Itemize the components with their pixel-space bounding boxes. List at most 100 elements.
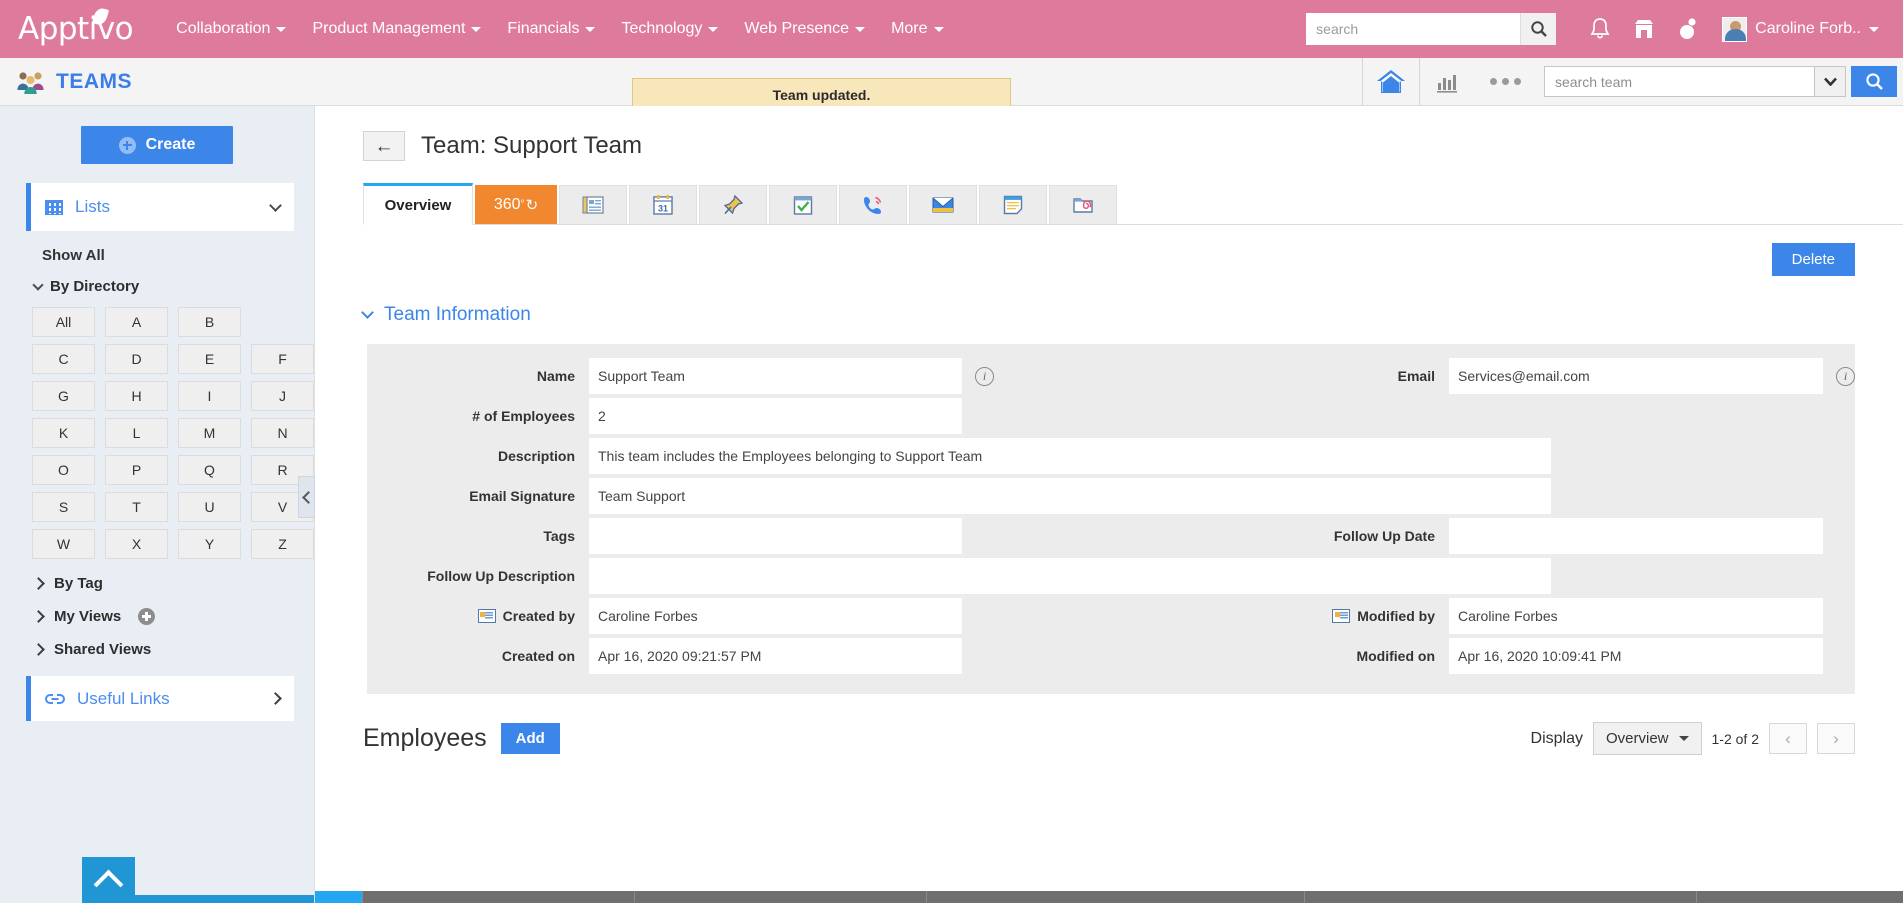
section-header-team-information[interactable]: Team Information	[361, 304, 1903, 326]
by-directory-label: By Directory	[50, 278, 140, 295]
alpha-filter-l[interactable]: L	[105, 418, 168, 448]
home-button[interactable]	[1363, 57, 1420, 106]
alpha-filter-z[interactable]: Z	[251, 529, 314, 559]
name-field[interactable]: Support Team	[589, 358, 962, 394]
delete-button[interactable]: Delete	[1771, 243, 1855, 276]
team-search-input[interactable]	[1544, 66, 1814, 97]
sidebar-show-all[interactable]: Show All	[0, 231, 314, 264]
name-info-icon[interactable]: i	[975, 366, 994, 386]
followup-date-field[interactable]	[1449, 518, 1823, 554]
my-views-label: My Views	[54, 608, 122, 625]
alpha-filter-all[interactable]: All	[32, 307, 95, 337]
alpha-filter-n[interactable]: N	[251, 418, 314, 448]
email-field[interactable]: Services@email.com	[1449, 358, 1823, 394]
more-options-button[interactable]	[1474, 58, 1536, 106]
tab-attachments[interactable]	[1049, 185, 1117, 224]
alpha-filter-j[interactable]: J	[251, 381, 314, 411]
show-all-label: Show All	[42, 247, 105, 264]
global-search-button[interactable]	[1520, 13, 1557, 45]
scroll-to-top-button[interactable]	[82, 857, 135, 903]
alpha-filter-c[interactable]: C	[32, 344, 95, 374]
tags-field[interactable]	[589, 518, 962, 554]
global-search-input[interactable]	[1306, 13, 1521, 45]
team-search-dropdown[interactable]	[1814, 66, 1846, 97]
created-on-field: Apr 16, 2020 09:21:57 PM	[589, 638, 962, 674]
help-button[interactable]	[1666, 9, 1710, 49]
display-mode-select[interactable]: Overview	[1593, 722, 1702, 755]
marketplace-button[interactable]	[1622, 9, 1666, 49]
nav-item-technology[interactable]: Technology	[608, 12, 731, 46]
alpha-filter-f[interactable]: F	[251, 344, 314, 374]
tab-news[interactable]	[559, 185, 627, 224]
team-search-button[interactable]	[1851, 66, 1897, 97]
email-label: Email	[1397, 368, 1435, 384]
app-title: TEAMS	[0, 70, 132, 94]
tab-notes[interactable]	[979, 185, 1047, 224]
followup-description-field[interactable]	[589, 558, 1551, 594]
alpha-filter-b[interactable]: B	[178, 307, 241, 337]
alpha-filter-d[interactable]: D	[105, 344, 168, 374]
tab-overview[interactable]: Overview	[363, 183, 473, 225]
tab-tasks[interactable]	[769, 185, 837, 224]
modified-by-text: Modified by	[1357, 608, 1435, 624]
alpha-filter-s[interactable]: S	[32, 492, 95, 522]
employees-count-field[interactable]: 2	[589, 398, 962, 434]
tab-360-view[interactable]: 360 ° ↻	[475, 185, 557, 224]
email-info-icon[interactable]: i	[1836, 366, 1855, 386]
alpha-filter-i[interactable]: I	[178, 381, 241, 411]
table-header-cell	[315, 891, 363, 903]
alpha-filter-q[interactable]: Q	[178, 455, 241, 485]
alpha-filter-g[interactable]: G	[32, 381, 95, 411]
nav-item-product-management[interactable]: Product Management	[299, 12, 494, 46]
notifications-button[interactable]	[1578, 9, 1622, 49]
add-view-icon[interactable]	[138, 608, 156, 625]
form-row-signature: Email Signature Team Support	[367, 478, 1855, 514]
alpha-filter-y[interactable]: Y	[178, 529, 241, 559]
alpha-filter-h[interactable]: H	[105, 381, 168, 411]
sidebar: Create Lists Show All By Directory All A…	[0, 106, 315, 903]
chevron-down-icon	[471, 26, 482, 32]
tab-calls[interactable]	[839, 185, 907, 224]
employees-title: Employees	[363, 724, 487, 752]
sidebar-group-by-directory[interactable]: By Directory	[0, 264, 314, 295]
alpha-filter-o[interactable]: O	[32, 455, 95, 485]
create-button[interactable]: Create	[81, 126, 233, 164]
chevron-right-icon	[269, 692, 282, 705]
add-employee-button[interactable]: Add	[500, 723, 560, 754]
nav-item-web-presence[interactable]: Web Presence	[731, 12, 878, 46]
bottom-accent-strip	[135, 895, 314, 903]
previous-page-button[interactable]: ‹	[1769, 723, 1807, 754]
sidebar-item-lists[interactable]: Lists	[26, 183, 294, 231]
alpha-filter-t[interactable]: T	[105, 492, 168, 522]
email-signature-field[interactable]: Team Support	[589, 478, 1551, 514]
alpha-filter-e[interactable]: E	[178, 344, 241, 374]
alpha-filter-k[interactable]: K	[32, 418, 95, 448]
sidebar-group-my-views[interactable]: My Views	[0, 592, 314, 625]
nav-item-financials[interactable]: Financials	[494, 12, 608, 46]
apptivo-logo[interactable]: Apptivo	[18, 6, 134, 47]
sidebar-item-useful-links[interactable]: Useful Links	[26, 676, 294, 721]
sidebar-collapse-handle[interactable]	[298, 476, 315, 518]
chevron-down-icon	[1823, 77, 1837, 86]
back-button[interactable]: ←	[363, 131, 405, 161]
chevron-right-icon	[32, 610, 45, 623]
alpha-filter-a[interactable]: A	[105, 307, 168, 337]
nav-item-collaboration[interactable]: Collaboration	[163, 12, 299, 46]
sidebar-group-shared-views[interactable]: Shared Views	[0, 625, 314, 658]
tab-pinned[interactable]	[699, 185, 767, 224]
nav-label: Web Presence	[744, 20, 850, 37]
description-field[interactable]: This team includes the Employees belongi…	[589, 438, 1551, 474]
alpha-filter-w[interactable]: W	[32, 529, 95, 559]
next-page-button[interactable]: ›	[1817, 723, 1855, 754]
reports-button[interactable]	[1420, 58, 1474, 106]
tab-calendar[interactable]: 31	[629, 185, 697, 224]
nav-item-more[interactable]: More	[878, 12, 956, 46]
tab-emails[interactable]	[909, 185, 977, 224]
user-menu[interactable]: Caroline Forb..	[1716, 13, 1885, 46]
sidebar-group-by-tag[interactable]: By Tag	[0, 559, 314, 592]
form-row-employees: # of Employees 2	[367, 398, 1855, 434]
alpha-filter-p[interactable]: P	[105, 455, 168, 485]
alpha-filter-m[interactable]: M	[178, 418, 241, 448]
alpha-filter-u[interactable]: U	[178, 492, 241, 522]
alpha-filter-x[interactable]: X	[105, 529, 168, 559]
